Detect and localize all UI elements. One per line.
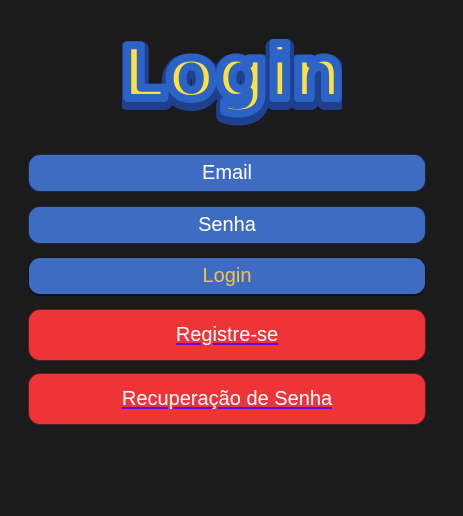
password-recovery-link[interactable]: Recuperação de Senha bbox=[122, 388, 332, 411]
password-label: Senha bbox=[198, 214, 256, 236]
password-field[interactable]: Senha bbox=[28, 206, 426, 244]
email-field[interactable]: Email bbox=[28, 154, 426, 192]
login-logo-container: Login Login bbox=[0, 18, 463, 138]
login-logo: Login Login bbox=[122, 27, 342, 127]
login-logo-text: Login bbox=[122, 31, 342, 115]
email-label: Email bbox=[201, 162, 252, 184]
login-button[interactable]: Login bbox=[28, 257, 426, 295]
password-recovery-button[interactable]: Recuperação de Senha bbox=[28, 373, 426, 425]
register-link[interactable]: Registre-se bbox=[176, 324, 278, 347]
register-button[interactable]: Registre-se bbox=[28, 309, 426, 361]
login-button-label: Login bbox=[202, 265, 252, 287]
